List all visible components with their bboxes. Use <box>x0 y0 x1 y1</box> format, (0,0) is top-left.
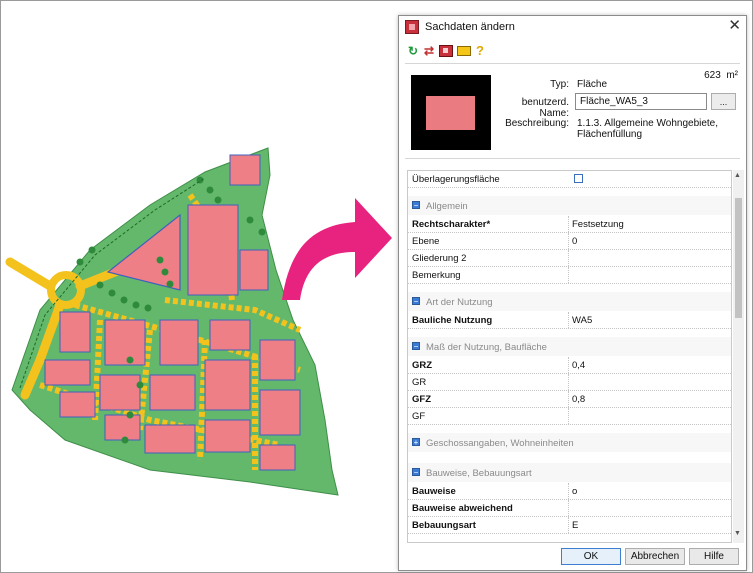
dialog-title: Sachdaten ändern <box>425 21 515 33</box>
property-key: Bebauungsart <box>412 520 476 531</box>
preview-fill-swatch <box>426 96 475 130</box>
property-row[interactable]: Bebauungsart E <box>408 517 731 534</box>
section-title: Bauweise, Bebauungsart <box>426 468 532 479</box>
property-value: 0,8 <box>572 394 586 405</box>
toolbar-divider <box>405 63 740 64</box>
property-row[interactable]: GRZ 0,4 <box>408 357 731 374</box>
property-value: o <box>572 486 578 497</box>
property-value: 0 <box>572 236 578 247</box>
symbol-preview <box>411 75 491 150</box>
ueberlagerung-label: Überlagerungsfläche <box>412 174 500 185</box>
property-key: Gliederung 2 <box>412 253 467 264</box>
section-allgemein[interactable]: − Allgemein <box>408 196 731 215</box>
property-key: Bauliche Nutzung <box>412 315 493 326</box>
grid-table-icon[interactable] <box>439 45 453 57</box>
ueberlagerung-row[interactable]: Überlagerungsfläche <box>408 171 731 188</box>
typ-label: Typ: <box>550 79 569 90</box>
property-row[interactable]: Bauliche Nutzung WA5 <box>408 312 731 329</box>
area-unit: m² <box>726 70 738 81</box>
collapse-icon[interactable]: − <box>412 468 420 477</box>
property-row[interactable]: Bemerkung <box>408 267 731 284</box>
swap-arrows-icon[interactable]: ⇄ <box>422 44 436 58</box>
collapse-icon[interactable]: − <box>412 201 420 210</box>
section-title: Geschossangaben, Wohneinheiten <box>426 438 574 449</box>
beschreibung-line-1: 1.1.3. Allgemeine Wohngebiete, <box>577 118 719 129</box>
property-key: Bemerkung <box>412 270 461 281</box>
scroll-up-icon[interactable]: ▲ <box>734 172 741 179</box>
collapse-icon[interactable]: − <box>412 297 420 306</box>
scroll-down-icon[interactable]: ▼ <box>734 530 741 537</box>
close-icon[interactable]: ✕ <box>728 18 741 34</box>
collapse-icon[interactable]: − <box>412 342 420 351</box>
more-button[interactable]: ... <box>711 93 736 110</box>
header-divider <box>405 158 740 159</box>
custom-name-input[interactable] <box>575 93 707 110</box>
dialog-toolbar: ↻ ⇄ ? 623 m² <box>399 40 746 82</box>
rectangle-icon[interactable] <box>457 46 471 56</box>
property-key: GF <box>412 411 426 422</box>
beschreibung-line-2: Flächenfüllung <box>577 129 643 140</box>
property-key: Ebene <box>412 236 440 247</box>
property-row[interactable]: Ebene 0 <box>408 233 731 250</box>
ueberlagerung-checkbox[interactable] <box>574 174 583 183</box>
name-label: benutzerd. Name: <box>521 97 569 119</box>
help-icon[interactable]: ? <box>473 44 487 58</box>
property-value: 0,4 <box>572 360 586 371</box>
property-key: GRZ <box>412 360 433 371</box>
typ-value: Fläche <box>577 79 608 90</box>
property-row[interactable]: GR <box>408 374 731 391</box>
section-title: Maß der Nutzung, Baufläche <box>426 342 547 353</box>
property-key: Bauweise <box>412 486 456 497</box>
property-grid-scrollbar[interactable]: ▲ ▼ <box>733 170 744 543</box>
cancel-button[interactable]: Abbrechen <box>625 548 685 565</box>
refresh-icon[interactable]: ↻ <box>406 44 420 58</box>
property-key: GFZ <box>412 394 431 405</box>
property-value: WA5 <box>572 315 593 326</box>
ok-button[interactable]: OK <box>561 548 621 565</box>
property-grid: Überlagerungsfläche − Allgemein Rechtsch… <box>407 170 732 543</box>
sachdaten-dialog: Sachdaten ändern ✕ ↻ ⇄ ? 623 m² Typ: Flä… <box>398 15 747 571</box>
beschreibung-label: Beschreibung: <box>505 118 569 129</box>
property-row[interactable]: Rechtscharakter* Festsetzung <box>408 216 731 233</box>
area-value: 623 <box>704 70 721 81</box>
property-row[interactable]: Gliederung 2 <box>408 250 731 267</box>
section-bauweise[interactable]: − Bauweise, Bebauungsart <box>408 463 731 482</box>
sachdaten-app-icon <box>405 20 419 34</box>
property-key: GR <box>412 377 427 388</box>
property-row[interactable]: Bauweise o <box>408 483 731 500</box>
property-key: Bauweise abweichend <box>412 503 513 514</box>
expand-icon[interactable]: + <box>412 438 420 447</box>
section-mass-der-nutzung[interactable]: − Maß der Nutzung, Baufläche <box>408 337 731 356</box>
property-key: Rechtscharakter* <box>412 219 491 230</box>
section-title: Art der Nutzung <box>426 297 493 308</box>
property-row[interactable]: Bauweise abweichend <box>408 500 731 517</box>
section-geschossangaben[interactable]: + Geschossangaben, Wohneinheiten <box>408 433 731 452</box>
section-art-der-nutzung[interactable]: − Art der Nutzung <box>408 292 731 311</box>
help-button[interactable]: Hilfe <box>689 548 739 565</box>
property-value: E <box>572 520 579 531</box>
property-value: Festsetzung <box>572 219 624 230</box>
property-row[interactable]: GF <box>408 408 731 425</box>
section-title: Allgemein <box>426 201 468 212</box>
magenta-arrow-icon <box>282 198 392 300</box>
property-row[interactable]: GFZ 0,8 <box>408 391 731 408</box>
area-readout: 623 m² <box>704 70 738 81</box>
dialog-titlebar: Sachdaten ändern ✕ <box>399 16 746 38</box>
scroll-thumb[interactable] <box>735 198 742 318</box>
